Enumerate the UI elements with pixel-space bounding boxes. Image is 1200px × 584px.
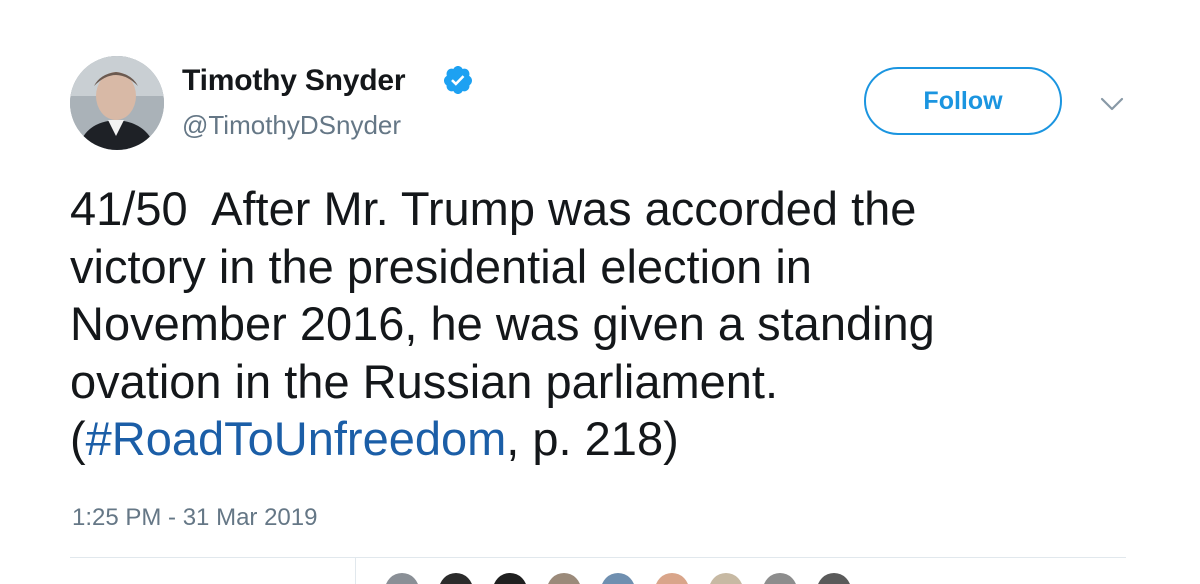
tweet-text-line: 41/50 After Mr. Trump was accorded the [70, 182, 917, 235]
tweet-timestamp[interactable]: 1:25 PM - 31 Mar 2019 [72, 504, 317, 532]
divider-vertical [355, 558, 356, 584]
tweet-text-line: November 2016, he was given a standing [70, 297, 935, 350]
verified-badge-icon [443, 66, 472, 94]
page-reference: , p. 218) [506, 412, 679, 465]
author-handle[interactable]: @TimothyDSnyder [182, 110, 401, 141]
liker-avatar[interactable] [817, 573, 851, 584]
chevron-down-icon[interactable] [1099, 96, 1125, 112]
liker-avatar[interactable] [709, 573, 743, 584]
liker-avatar[interactable] [763, 573, 797, 584]
tweet-text: 41/50 After Mr. Trump was accorded the v… [70, 180, 1150, 468]
open-paren: ( [70, 412, 86, 465]
liker-avatar[interactable] [547, 573, 581, 584]
liker-avatars[interactable] [385, 573, 871, 584]
liker-avatar[interactable] [385, 573, 419, 584]
user-avatar-icon [70, 56, 164, 150]
hashtag-link[interactable]: #RoadToUnfreedom [86, 412, 507, 465]
liker-avatar[interactable] [655, 573, 689, 584]
liker-avatar[interactable] [439, 573, 473, 584]
tweet-text-line: ovation in the Russian parliament. [70, 354, 779, 408]
follow-button[interactable]: Follow [864, 67, 1062, 135]
liker-avatar[interactable] [493, 573, 527, 584]
tweet-text-line: victory in the presidential election in [70, 239, 812, 293]
author-avatar[interactable] [70, 56, 164, 150]
liker-avatar[interactable] [601, 573, 635, 584]
tweet-text-line-last: (#RoadToUnfreedom, p. 218) [70, 410, 1150, 468]
divider [70, 557, 1126, 558]
author-name[interactable]: Timothy Snyder [182, 64, 406, 98]
